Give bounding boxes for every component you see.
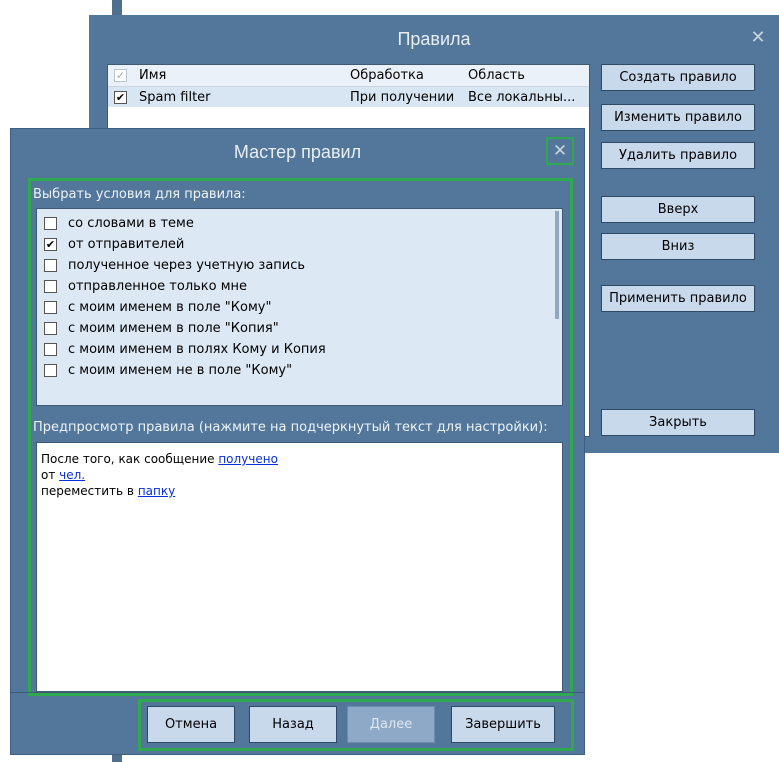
back-button[interactable]: Назад [249, 706, 337, 743]
rules-list-header: ✓ Имя Обработка Область [108, 65, 589, 87]
condition-checkbox[interactable] [44, 216, 57, 230]
preview-line-2: от чел. [41, 467, 558, 483]
condition-checkbox[interactable] [44, 279, 57, 293]
condition-label: полученное через учетную запись [68, 257, 306, 273]
preview-line-1: После того, как сообщение получено [41, 451, 558, 467]
condition-checkbox[interactable] [44, 258, 57, 272]
folder-link[interactable]: папку [138, 484, 175, 498]
header-check-icon: ✓ [114, 69, 127, 82]
table-row[interactable]: ✔ Spam filter При получении Все локальны… [108, 87, 589, 107]
condition-label: с моим именем в поле "Кому" [68, 299, 272, 315]
rules-window-title: Правила [397, 29, 471, 49]
condition-checkbox[interactable] [44, 321, 57, 335]
close-button[interactable]: Закрыть [601, 409, 755, 436]
list-item[interactable]: с моим именем в полях Кому и Копия [44, 339, 326, 359]
list-item[interactable]: полученное через учетную запись [44, 255, 305, 275]
rules-close-icon[interactable]: ✕ [747, 27, 769, 49]
list-item[interactable]: с моим именем в поле "Кому" [44, 297, 271, 317]
conditions-label: Выбрать условия для правила: [33, 187, 246, 202]
next-button[interactable]: Далее [347, 706, 435, 743]
move-down-button[interactable]: Вниз [601, 233, 755, 260]
list-item[interactable]: ✔ от отправителей [44, 234, 184, 254]
condition-label: со словами в теме [68, 215, 194, 231]
preview-text-2: от [41, 468, 60, 482]
conditions-list[interactable]: со словами в теме ✔ от отправителей полу… [36, 208, 563, 406]
column-header-area[interactable]: Область [464, 68, 589, 83]
preview-label: Предпросмотр правила (нажмите на подчерк… [33, 420, 548, 435]
wizard-title: Мастер правил [233, 142, 362, 162]
rule-preview: После того, как сообщение получено от че… [36, 442, 563, 692]
header-check-column[interactable]: ✓ [108, 68, 133, 83]
condition-label: от отправителей [68, 236, 185, 252]
condition-checkbox[interactable] [44, 363, 57, 377]
preview-text-3: переместить в [41, 484, 138, 498]
delete-rule-button[interactable]: Удалить правило [601, 142, 755, 169]
move-up-button[interactable]: Вверх [601, 196, 755, 223]
condition-label: с моим именем не в поле "Кому" [68, 362, 293, 378]
create-rule-button[interactable]: Создать правило [601, 64, 755, 91]
apply-rule-button[interactable]: Применить правило [601, 285, 755, 312]
wizard-close-icon[interactable]: ✕ [546, 137, 574, 165]
received-link[interactable]: получено [218, 452, 278, 466]
list-item[interactable]: с моим именем не в поле "Кому" [44, 360, 292, 380]
list-item[interactable]: со словами в теме [44, 213, 194, 233]
condition-checkbox[interactable]: ✔ [44, 237, 57, 251]
people-link[interactable]: чел. [59, 468, 85, 482]
footer-divider [11, 692, 584, 693]
condition-label: с моим именем в поле "Копия" [68, 320, 279, 336]
condition-checkbox[interactable] [44, 342, 57, 356]
rules-wizard-dialog: Мастер правил ✕ Выбрать условия для прав… [10, 128, 585, 755]
preview-text-1: После того, как сообщение [41, 452, 219, 466]
preview-line-3: переместить в папку [41, 483, 558, 499]
finish-button[interactable]: Завершить [451, 706, 555, 743]
column-header-name[interactable]: Имя [133, 68, 346, 83]
rule-enabled-checkbox[interactable]: ✔ [114, 90, 127, 104]
condition-label: отправленное только мне [68, 278, 248, 294]
rule-area: Все локальны... [468, 89, 576, 105]
edit-rule-button[interactable]: Изменить правило [601, 104, 755, 131]
column-header-processing[interactable]: Обработка [346, 68, 464, 83]
rule-processing: При получении [350, 89, 455, 105]
conditions-scrollbar[interactable] [555, 211, 559, 319]
list-item[interactable]: отправленное только мне [44, 276, 247, 296]
cancel-button[interactable]: Отмена [147, 706, 235, 743]
rule-name: Spam filter [139, 89, 211, 105]
list-item[interactable]: с моим именем в поле "Копия" [44, 318, 279, 338]
condition-label: с моим именем в полях Кому и Копия [68, 341, 326, 357]
condition-checkbox[interactable] [44, 300, 57, 314]
